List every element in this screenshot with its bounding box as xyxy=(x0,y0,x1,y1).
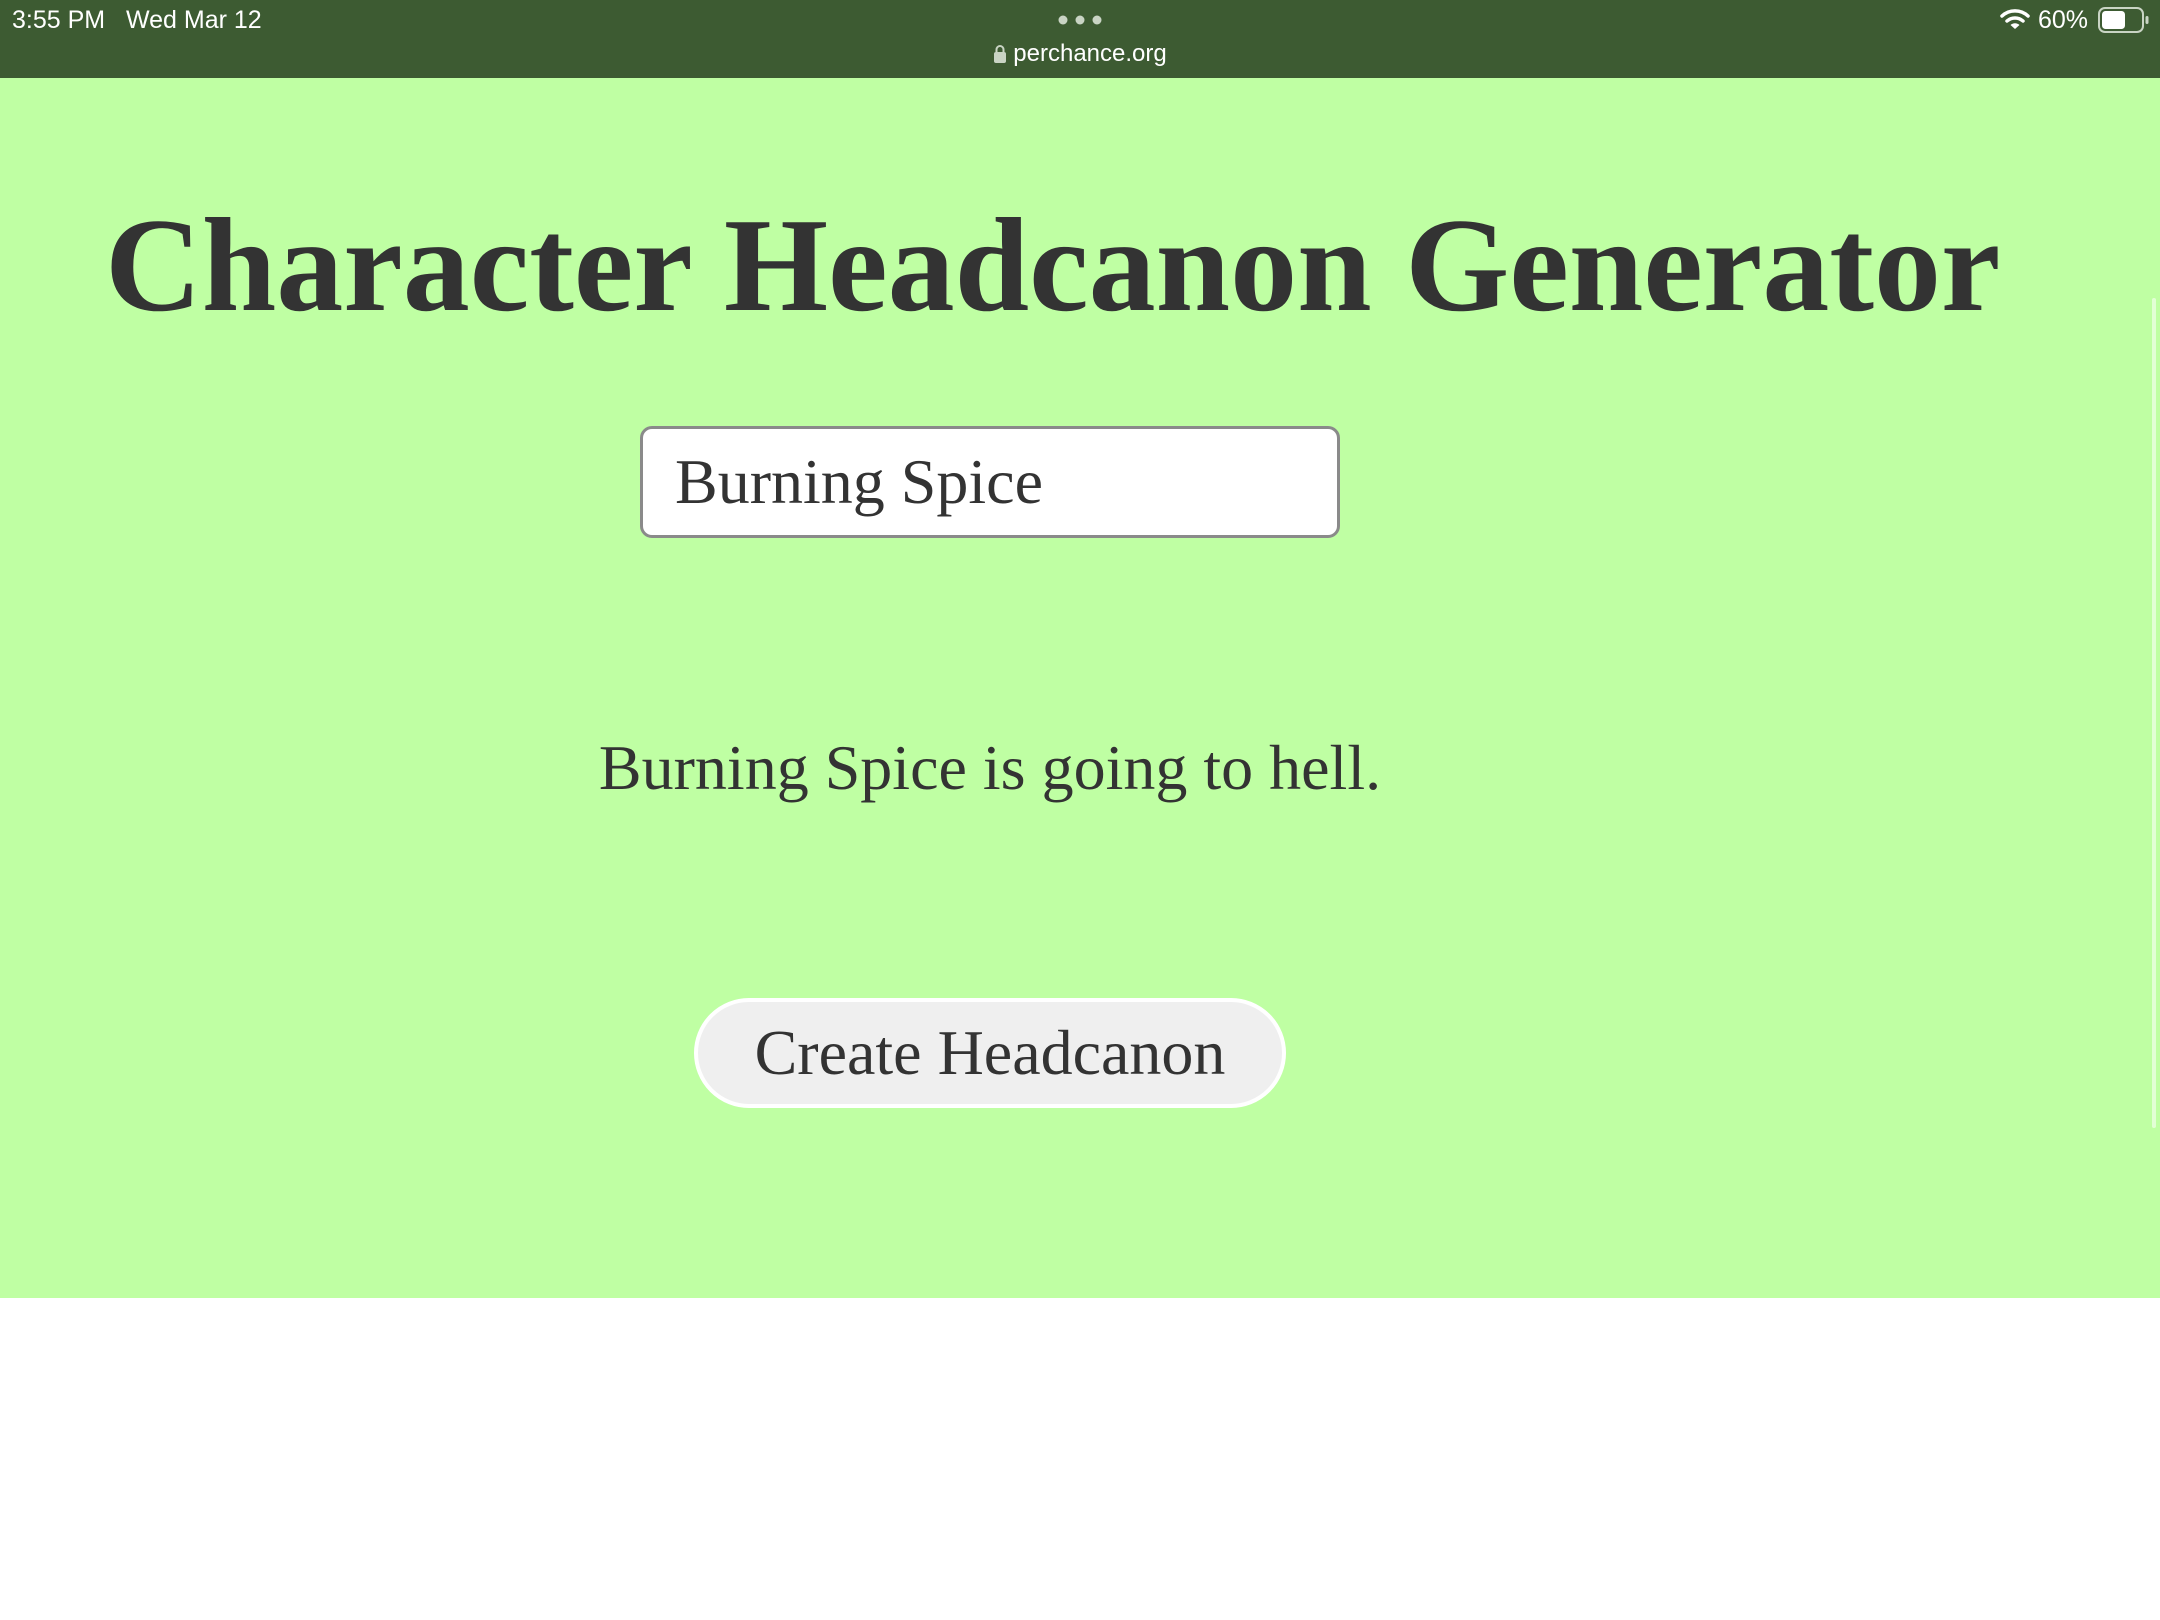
character-name-input[interactable] xyxy=(640,426,1340,538)
more-dots-icon[interactable] xyxy=(1058,15,1102,25)
headcanon-output: Burning Spice is going to hell. xyxy=(598,732,1382,803)
status-time: 3:55 PM xyxy=(12,6,106,34)
battery-icon xyxy=(2098,7,2149,33)
create-headcanon-button[interactable]: Create Headcanon xyxy=(694,998,1286,1108)
address-bar[interactable]: perchance.org xyxy=(0,38,2160,70)
generator-page: Character Headcanon Generator Burning Sp… xyxy=(0,78,2160,1298)
status-indicators: 60% xyxy=(2000,4,2150,36)
status-bar: 3:55 PM Wed Mar 12 perchance.org 60% xyxy=(0,0,2160,78)
scroll-indicator xyxy=(2152,298,2156,1128)
wifi-icon xyxy=(2000,9,2030,29)
lock-icon xyxy=(994,45,1007,63)
battery-percent: 60% xyxy=(2037,6,2088,34)
status-date: Wed Mar 12 xyxy=(126,6,262,34)
page-title: Character Headcanon Generator xyxy=(105,191,2001,339)
url-text: perchance.org xyxy=(1013,40,1167,67)
